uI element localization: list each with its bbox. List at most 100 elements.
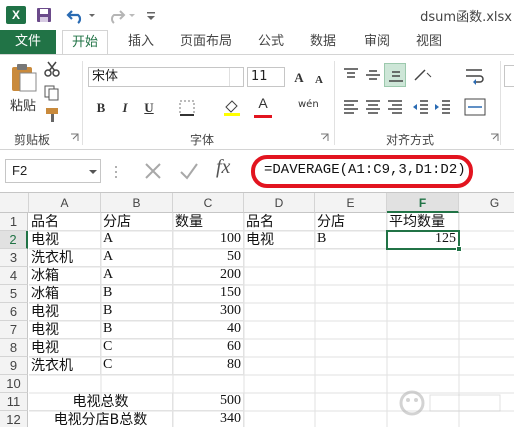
increase-indent-icon[interactable] — [434, 99, 452, 115]
wrap-text-icon[interactable] — [464, 67, 486, 85]
column-header-D[interactable]: D — [244, 193, 315, 213]
row-header[interactable]: 5 — [0, 285, 28, 303]
tab-view[interactable]: 视图 — [416, 30, 442, 54]
cell-B3[interactable]: A — [101, 249, 173, 267]
cut-icon[interactable] — [44, 61, 60, 77]
column-header-F[interactable]: F — [387, 193, 459, 213]
cancel-entry-icon[interactable] — [142, 160, 164, 182]
customize-toolbar-icon[interactable] — [146, 6, 156, 24]
align-bottom-button[interactable] — [384, 63, 406, 87]
paste-icon[interactable] — [8, 61, 40, 93]
fill-handle[interactable] — [456, 246, 462, 252]
cell-D1[interactable]: 品名 — [244, 213, 315, 231]
cell-A12[interactable]: 电视分店B总数 — [29, 411, 173, 427]
column-header-G[interactable]: G — [459, 193, 514, 213]
cell-A1[interactable]: 品名 — [29, 213, 101, 231]
phonetic-guide-button[interactable]: wén — [298, 99, 319, 110]
cell-B9[interactable]: C — [101, 357, 173, 375]
cell-E2[interactable]: B — [315, 231, 387, 249]
format-painter-icon[interactable] — [44, 107, 64, 123]
tab-home[interactable]: 开始 — [62, 30, 108, 54]
fill-color-icon[interactable] — [222, 97, 242, 117]
border-icon[interactable] — [178, 99, 196, 117]
name-box-dropdown-icon[interactable] — [88, 168, 98, 176]
save-icon[interactable] — [36, 6, 52, 24]
row-header[interactable]: 7 — [0, 321, 28, 339]
align-middle-icon[interactable] — [364, 67, 382, 83]
cell-F1[interactable]: 平均数量 — [387, 213, 459, 231]
undo-icon[interactable] — [66, 6, 86, 24]
cell-B1[interactable]: 分店 — [101, 213, 173, 231]
align-top-icon[interactable] — [342, 67, 360, 83]
copy-icon[interactable] — [44, 85, 60, 101]
redo-icon[interactable] — [106, 6, 126, 24]
column-header-A[interactable]: A — [29, 193, 101, 213]
row-header[interactable]: 8 — [0, 339, 28, 357]
cell-A11[interactable]: 电视总数 — [29, 393, 173, 411]
tab-formulas[interactable]: 公式 — [258, 30, 284, 54]
row-header[interactable]: 6 — [0, 303, 28, 321]
row-header[interactable]: 4 — [0, 267, 28, 285]
cell-A7[interactable]: 电视 — [29, 321, 101, 339]
align-center-icon[interactable] — [364, 99, 382, 115]
merge-center-icon[interactable] — [464, 97, 486, 117]
grow-font-button[interactable]: A — [290, 69, 308, 87]
font-color-button[interactable]: A — [254, 95, 272, 113]
number-format-select[interactable] — [504, 65, 514, 87]
cell-C11[interactable]: 500 — [173, 393, 244, 411]
row-header[interactable]: 11 — [0, 393, 28, 411]
cell-B5[interactable]: B — [101, 285, 173, 303]
cell-E1[interactable]: 分店 — [315, 213, 387, 231]
row-header[interactable]: 10 — [0, 375, 28, 393]
clipboard-dialog-launcher-icon[interactable] — [70, 133, 80, 143]
align-left-icon[interactable] — [342, 99, 360, 115]
cell-C5[interactable]: 150 — [173, 285, 244, 303]
tab-data[interactable]: 数据 — [310, 30, 336, 54]
bold-button[interactable]: B — [92, 99, 110, 117]
name-box[interactable]: F2 — [5, 159, 101, 183]
cell-A8[interactable]: 电视 — [29, 339, 101, 357]
font-name-select[interactable]: 宋体 — [88, 67, 244, 87]
cell-B7[interactable]: B — [101, 321, 173, 339]
row-header[interactable]: 1 — [0, 213, 28, 231]
tab-file[interactable]: 文件 — [0, 30, 56, 54]
formula-bar-splitter-icon[interactable] — [114, 164, 118, 180]
cell-C4[interactable]: 200 — [173, 267, 244, 285]
shrink-font-button[interactable]: A — [310, 71, 328, 89]
column-header-C[interactable]: C — [173, 193, 244, 213]
cell-C9[interactable]: 80 — [173, 357, 244, 375]
font-dialog-launcher-icon[interactable] — [320, 133, 330, 143]
tab-page-layout[interactable]: 页面布局 — [180, 30, 232, 54]
cell-C3[interactable]: 50 — [173, 249, 244, 267]
font-size-select[interactable]: 11 — [247, 67, 285, 87]
cell-A6[interactable]: 电视 — [29, 303, 101, 321]
cell-B4[interactable]: A — [101, 267, 173, 285]
underline-button[interactable]: U — [140, 99, 158, 117]
cell-C2[interactable]: 100 — [173, 231, 244, 249]
excel-logo-icon[interactable]: X — [6, 6, 26, 24]
align-right-icon[interactable] — [386, 99, 404, 115]
tab-insert[interactable]: 插入 — [128, 30, 154, 54]
insert-function-button[interactable]: fx — [216, 156, 230, 179]
alignment-dialog-launcher-icon[interactable] — [490, 133, 500, 143]
text-orientation-icon[interactable] — [412, 67, 434, 83]
cell-B8[interactable]: C — [101, 339, 173, 357]
cell-C7[interactable]: 40 — [173, 321, 244, 339]
cell-A3[interactable]: 洗衣机 — [29, 249, 101, 267]
cell-B6[interactable]: B — [101, 303, 173, 321]
worksheet-grid[interactable]: A B C D E F G 1 2 3 4 5 6 7 8 9 10 11 12 — [0, 192, 514, 427]
italic-button[interactable]: I — [116, 99, 134, 117]
undo-dropdown-icon[interactable] — [88, 6, 96, 24]
select-all-corner[interactable] — [0, 193, 29, 213]
cell-C6[interactable]: 300 — [173, 303, 244, 321]
cell-D2[interactable]: 电视 — [244, 231, 315, 249]
decrease-indent-icon[interactable] — [412, 99, 430, 115]
row-header[interactable]: 9 — [0, 357, 28, 375]
confirm-entry-icon[interactable] — [178, 160, 200, 182]
cell-C8[interactable]: 60 — [173, 339, 244, 357]
cell-A4[interactable]: 冰箱 — [29, 267, 101, 285]
row-header[interactable]: 3 — [0, 249, 28, 267]
paste-label[interactable]: 粘贴 — [10, 95, 36, 114]
row-header[interactable]: 2 — [0, 231, 28, 249]
chevron-down-icon[interactable] — [229, 68, 243, 86]
